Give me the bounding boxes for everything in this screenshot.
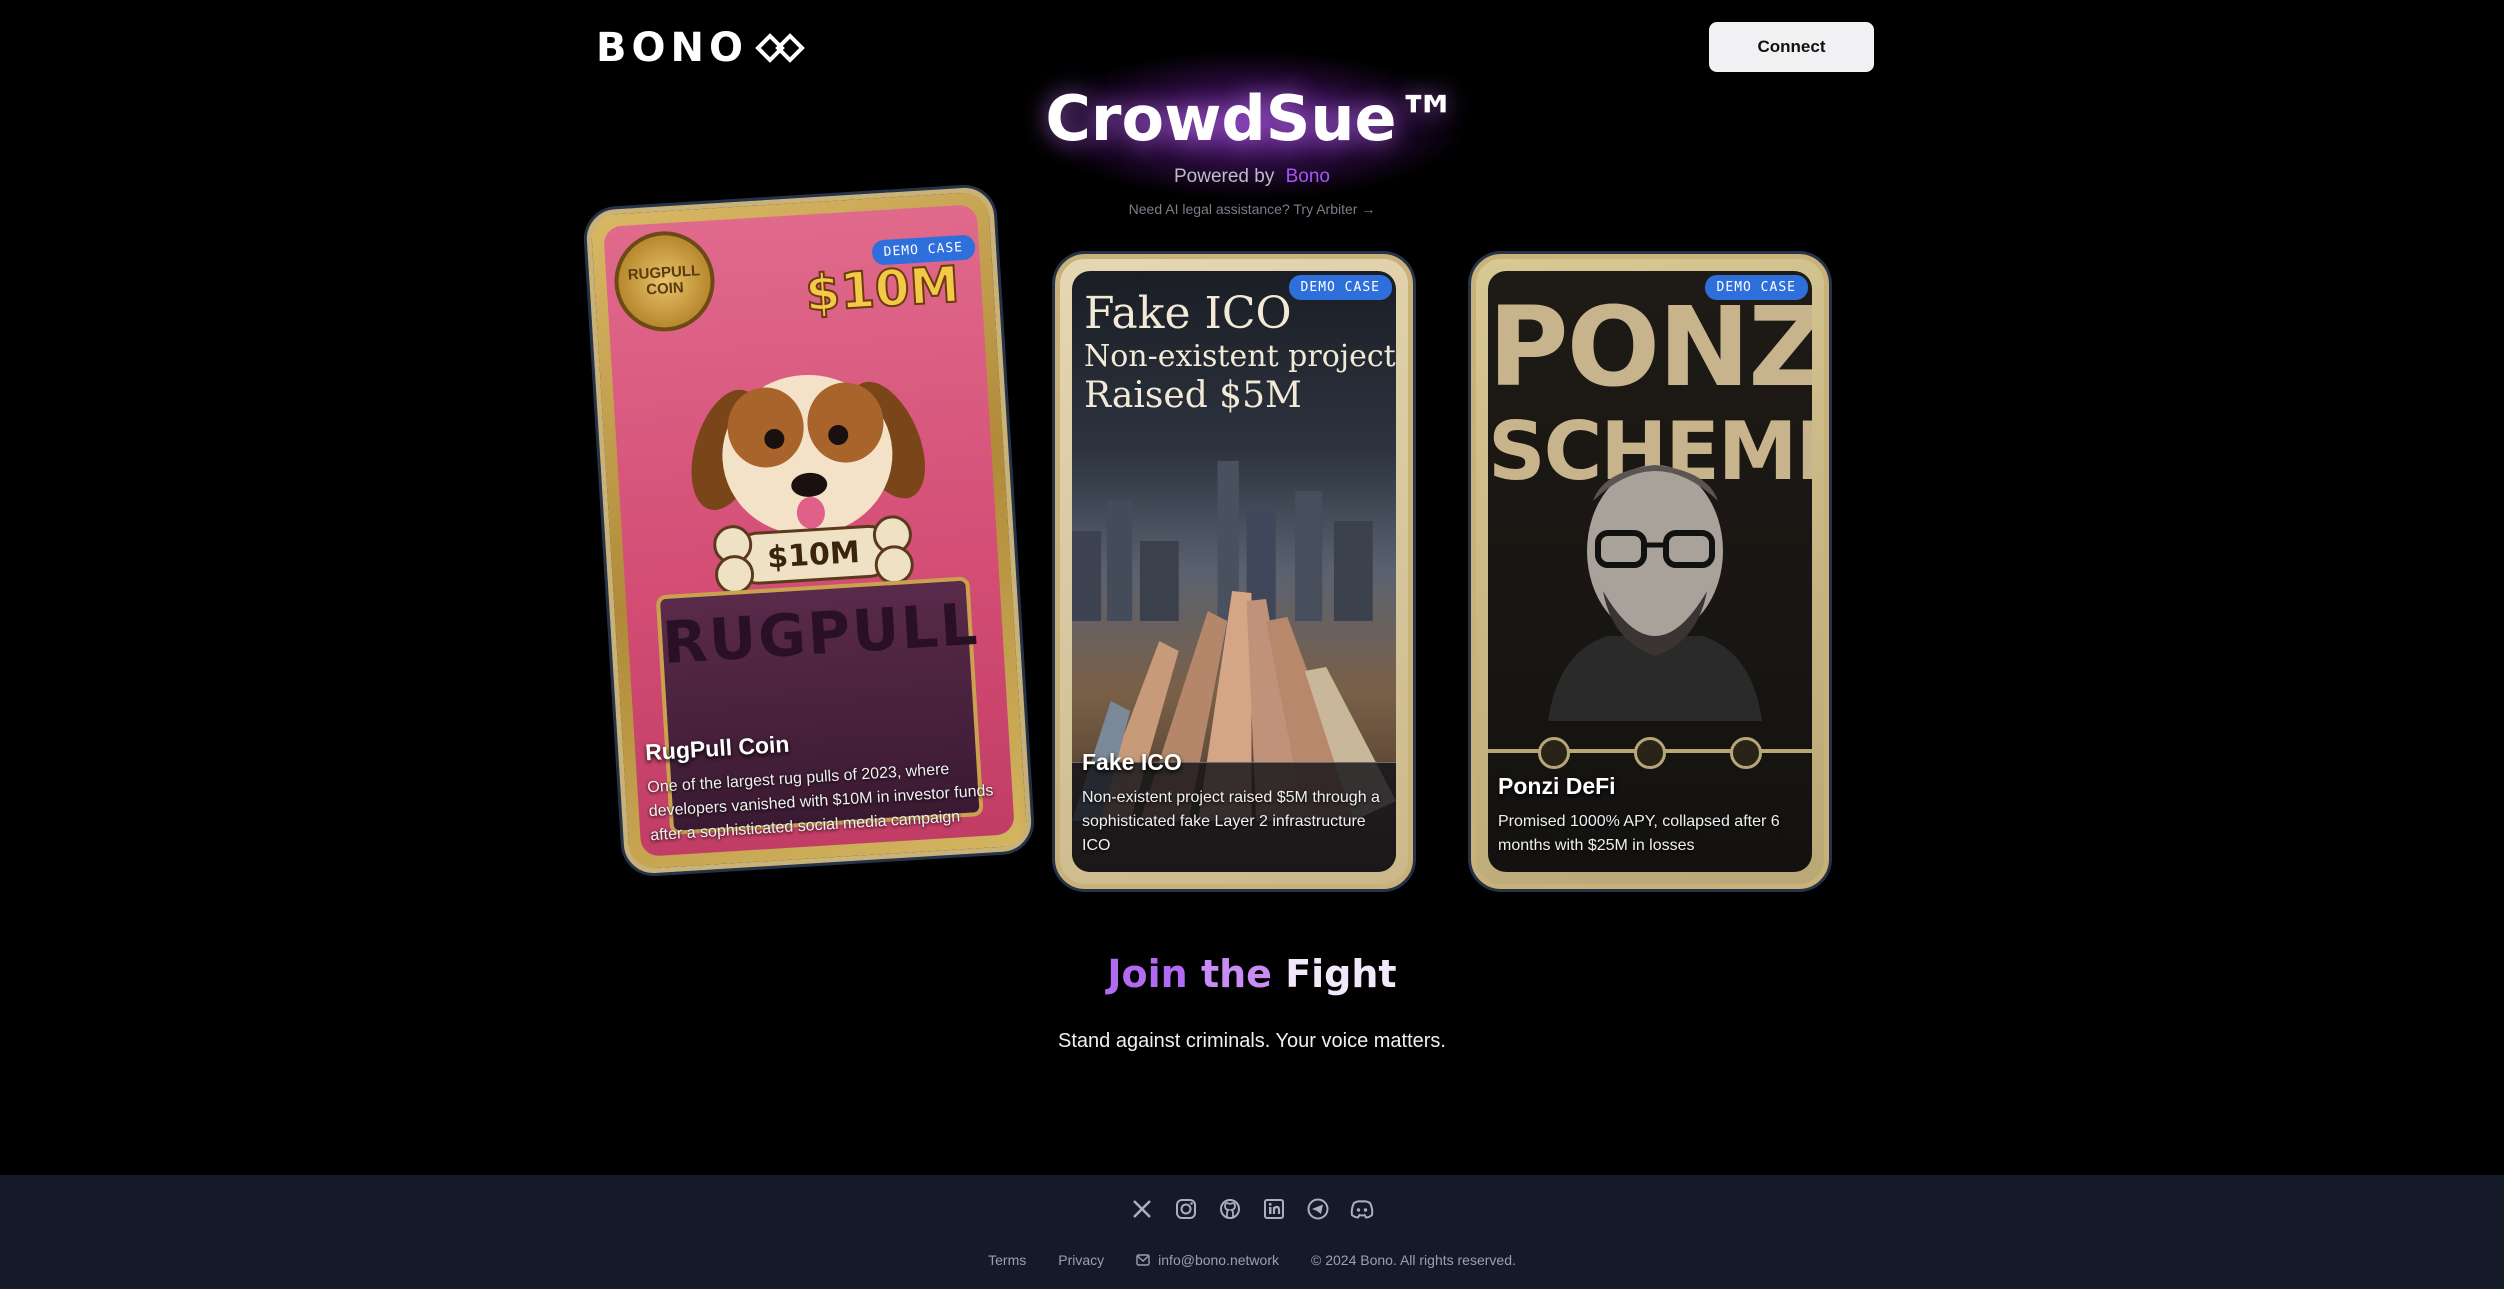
card-caption: RugPull Coin One of the largest rug pull… [644, 718, 1004, 848]
card-caption: Fake ICO Non-existent project raised $5M… [1082, 749, 1386, 858]
discord-icon[interactable] [1350, 1197, 1374, 1221]
email-text: info@bono.network [1158, 1252, 1279, 1268]
join-subtitle: Stand against criminals. Your voice matt… [1058, 1030, 1446, 1052]
powered-by: Powered by Bono [0, 166, 2504, 188]
rugpull-coin-emblem: RUGPULL COIN [611, 228, 718, 335]
ico-line-3: Raised $5M [1084, 375, 1302, 416]
logo-text: BONO [596, 25, 748, 71]
demo-case-badge: DEMO CASE [1288, 275, 1392, 300]
join-heading: Join the Fight [0, 952, 2504, 996]
connect-button[interactable]: Connect [1709, 22, 1874, 72]
card-caption: Ponzi DeFi Promised 1000% APY, collapsed… [1498, 773, 1802, 858]
arbiter-link[interactable]: Need AI legal assistance? Try Arbiter → [0, 201, 2504, 217]
card-description: Non-existent project raised $5M through … [1082, 789, 1380, 854]
join-word-2: the [1200, 952, 1272, 996]
github-icon[interactable] [1218, 1197, 1242, 1221]
man-portrait-icon [1548, 465, 1762, 721]
ponzi-line-1: PONZI [1488, 283, 1812, 411]
demo-case-badge: DEMO CASE [1704, 275, 1808, 300]
rugpull-banner-text: RUGPULL [660, 589, 981, 678]
card-description: Promised 1000% APY, collapsed after 6 mo… [1498, 813, 1780, 854]
footer-links: Terms Privacy info@bono.network © 2024 B… [0, 1252, 2504, 1268]
mail-icon [1136, 1254, 1150, 1266]
coin-icon [1538, 737, 1570, 769]
coin-icon [1634, 737, 1666, 769]
join-word-3: Fight [1285, 952, 1397, 996]
instagram-icon[interactable] [1174, 1197, 1198, 1221]
rug-amount-text: $10M [803, 254, 962, 323]
join-word-1: Join [1107, 952, 1188, 996]
social-links [0, 1197, 2504, 1221]
site-footer: Terms Privacy info@bono.network © 2024 B… [0, 1175, 2504, 1289]
bone-text: $10M [766, 535, 860, 576]
ico-line-2: Non-existent project [1084, 339, 1396, 374]
linkedin-icon[interactable] [1262, 1197, 1286, 1221]
card-title: Fake ICO [1082, 749, 1182, 775]
powered-brand-link[interactable]: Bono [1286, 166, 1330, 187]
case-card-ponzi[interactable]: PONZI SCHEME DEMO CASE Ponzi DeFi Promis… [1471, 254, 1829, 889]
terms-link[interactable]: Terms [988, 1252, 1026, 1268]
bono-logo[interactable]: BONO [596, 24, 806, 72]
privacy-link[interactable]: Privacy [1058, 1252, 1104, 1268]
telegram-icon[interactable] [1306, 1197, 1330, 1221]
page-title: CrowdSue™ [1045, 82, 1459, 155]
card-title: Ponzi DeFi [1498, 773, 1616, 799]
logo-mark-icon [755, 33, 805, 63]
copyright-text: © 2024 Bono. All rights reserved. [1311, 1252, 1516, 1268]
ico-headline: Fake ICO Non-existent project Raised $5M [1084, 289, 1396, 417]
case-card-fake-ico[interactable]: Fake ICO Non-existent project Raised $5M… [1055, 254, 1413, 889]
powered-prefix: Powered by [1174, 166, 1275, 187]
x-icon[interactable] [1130, 1197, 1154, 1221]
coin-icon [1730, 737, 1762, 769]
email-link[interactable]: info@bono.network [1136, 1252, 1279, 1268]
case-card-rugpull[interactable]: RUGPULL COIN $10M $10M RUGPULL DEMO CASE… [585, 186, 1033, 875]
